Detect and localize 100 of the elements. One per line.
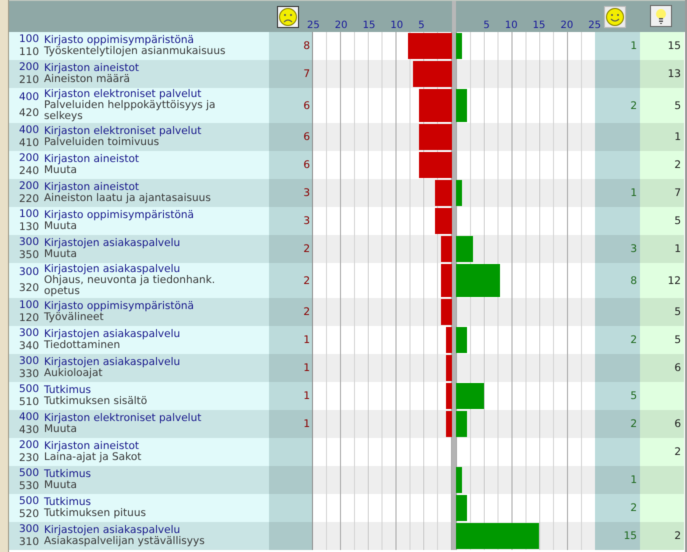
- positive-count: 5: [595, 382, 640, 410]
- category-name: Kirjasto oppimisympäristönä: [44, 210, 195, 221]
- positive-count: 15: [595, 522, 640, 550]
- category-name: Kirjasto oppimisympäristönä: [44, 301, 195, 312]
- negative-count: 8: [269, 32, 313, 60]
- category-code: 400: [19, 412, 40, 423]
- topic-name: Aineiston määrä: [44, 74, 131, 85]
- smiley-face-icon: [604, 6, 626, 28]
- category-code: 200: [19, 181, 40, 192]
- category-name: Kirjastojen asiakaspalvelu: [44, 525, 182, 536]
- negative-count: 2: [269, 298, 313, 326]
- topic-code: 420: [19, 108, 40, 120]
- idea-count: 6: [640, 354, 684, 382]
- topic-name: Työskentelytilojen asianmukaisuus: [44, 46, 226, 57]
- negative-count: 6: [269, 88, 313, 123]
- topic-name: Muuta: [44, 249, 77, 260]
- idea-count: 7: [640, 179, 684, 207]
- category-code: 100: [19, 300, 40, 311]
- topic-code: 210: [19, 75, 40, 86]
- category-name: Tutkimus: [44, 385, 92, 396]
- category-name: Kirjaston elektroniset palvelut: [44, 126, 202, 137]
- topic-code: 240: [19, 166, 40, 177]
- topic-name: Ohjaus, neuvonta ja tiedonhank. opetus: [44, 275, 216, 297]
- topic-code: 310: [19, 537, 40, 548]
- axis-tick-label: 15: [362, 20, 376, 32]
- topic-name: Aineiston laatu ja ajantasaisuus: [44, 193, 212, 204]
- idea-count: 1: [640, 235, 684, 263]
- topic-name: Muuta: [44, 221, 77, 232]
- idea-count: 5: [640, 207, 684, 235]
- idea-count: 5: [640, 88, 684, 123]
- topic-code: 340: [19, 341, 40, 352]
- idea-count: 6: [640, 410, 684, 438]
- topic-code: 350: [19, 250, 40, 261]
- topic-name: Aukioloajat: [44, 368, 104, 379]
- topic-code: 510: [19, 397, 40, 408]
- topic-code: 430: [19, 425, 40, 436]
- topic-name: Muuta: [44, 424, 77, 435]
- category-name: Kirjastojen asiakaspalvelu: [44, 329, 182, 340]
- category-code: 400: [19, 125, 40, 136]
- axis-tick-label: 15: [532, 20, 546, 32]
- positive-count: 2: [595, 494, 640, 522]
- topic-code: 320: [19, 283, 40, 294]
- category-name: Kirjaston aineistot: [44, 63, 140, 74]
- topic-name: Työvälineet: [44, 312, 104, 323]
- category-name: Kirjaston elektroniset palvelut: [44, 89, 202, 100]
- category-name: Kirjastojen asiakaspalvelu: [44, 357, 182, 368]
- topic-code: 410: [19, 138, 40, 149]
- negative-count: 1: [269, 326, 313, 354]
- category-code: 500: [19, 468, 40, 479]
- topic-code: 330: [19, 369, 40, 380]
- category-code: 100: [19, 34, 40, 45]
- negative-count: 6: [269, 151, 313, 179]
- negative-count: 3: [269, 179, 313, 207]
- category-code: 300: [19, 237, 40, 248]
- category-name: Tutkimus: [44, 497, 92, 508]
- idea-count: 2: [640, 438, 684, 466]
- category-code: 200: [19, 62, 40, 73]
- category-code: 200: [19, 153, 40, 164]
- axis-tick-label: 10: [390, 20, 404, 32]
- axis-tick-label: 20: [334, 20, 349, 32]
- topic-code: 110: [19, 47, 40, 58]
- axis-tick-label: 20: [559, 20, 574, 32]
- positive-count: 8: [595, 263, 640, 298]
- negative-count: 1: [269, 382, 313, 410]
- negative-count: 2: [269, 235, 313, 263]
- topic-name: Tutkimuksen sisältö: [44, 396, 148, 407]
- axis-tick-label: 25: [587, 20, 601, 32]
- category-name: Kirjaston aineistot: [44, 182, 140, 193]
- category-code: 400: [19, 92, 40, 103]
- idea-count: 15: [640, 32, 684, 60]
- negative-count: 1: [269, 354, 313, 382]
- category-name: Kirjasto oppimisympäristönä: [44, 35, 195, 46]
- category-name: Kirjastojen asiakaspalvelu: [44, 238, 182, 249]
- positive-count: 2: [595, 326, 640, 354]
- negative-count: 6: [269, 123, 313, 151]
- topic-name: Palveluiden helppokäyttöisyys ja selkeys: [44, 100, 216, 122]
- axis-tick-label: 5: [482, 20, 490, 32]
- topic-name: Palveluiden toimivuus: [44, 137, 160, 148]
- topic-name: Tiedottaminen: [44, 340, 120, 351]
- idea-count: 5: [640, 326, 684, 354]
- idea-count: 2: [640, 522, 684, 550]
- idea-count: 1: [640, 123, 684, 151]
- category-code: 300: [19, 266, 40, 278]
- category-name: Kirjaston aineistot: [44, 441, 140, 452]
- topic-code: 230: [19, 453, 40, 464]
- category-code: 300: [19, 356, 40, 367]
- topic-name: Tutkimuksen pituus: [44, 508, 147, 519]
- category-name: Kirjaston aineistot: [44, 154, 140, 165]
- axis-tick-label: 10: [504, 20, 518, 32]
- axis-tick-label: 5: [418, 20, 426, 32]
- lightbulb-icon: [650, 5, 672, 27]
- category-code: 300: [19, 328, 40, 339]
- category-code: 500: [19, 496, 40, 507]
- category-code: 500: [19, 384, 40, 395]
- positive-count: 2: [595, 88, 640, 123]
- negative-count: 1: [269, 410, 313, 438]
- positive-count: 1: [595, 32, 640, 60]
- negative-count: 2: [269, 263, 313, 298]
- category-code: 300: [19, 524, 40, 535]
- idea-count: 12: [640, 263, 684, 298]
